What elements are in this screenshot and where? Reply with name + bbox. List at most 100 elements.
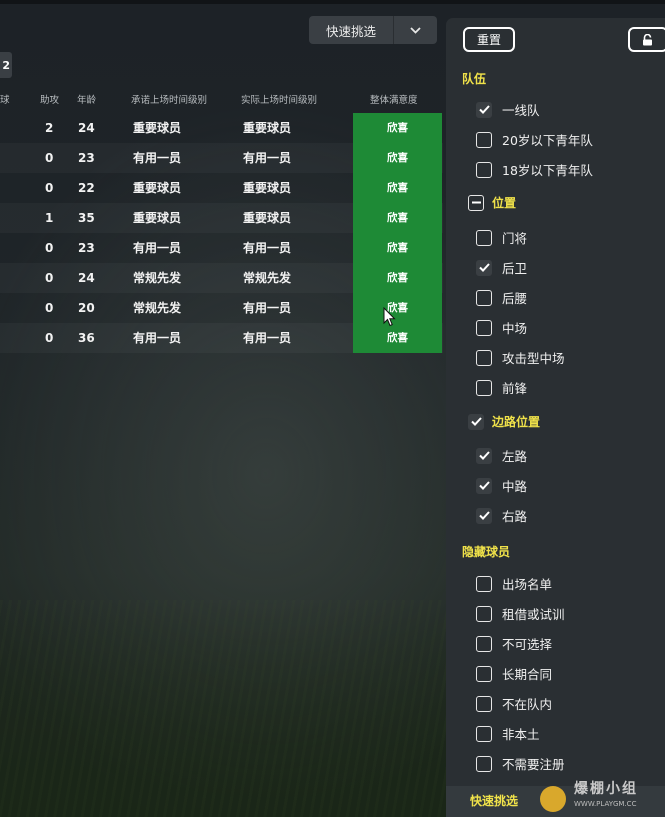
lock-button[interactable]	[628, 27, 665, 52]
check-icon	[478, 105, 490, 114]
table-row[interactable]: 1 35 重要球员 重要球员 欣喜	[0, 203, 443, 233]
checkbox[interactable]	[476, 695, 492, 712]
table-row[interactable]: 0 23 有用一员 有用一员 欣喜	[0, 143, 443, 173]
table-row[interactable]: 0 20 常规先发 有用一员 欣喜	[0, 293, 443, 323]
filter-defender[interactable]: 后卫	[476, 258, 527, 277]
filter-no-registration[interactable]: 不需要注册	[476, 754, 565, 773]
assists-cell: 0	[45, 331, 54, 345]
satisfaction-cell: 欣喜	[353, 293, 442, 323]
check-icon	[478, 511, 490, 520]
checkbox[interactable]	[476, 131, 492, 148]
quick-pick-button[interactable]: 快速挑选	[309, 16, 393, 44]
table-row[interactable]: 0 36 有用一员 有用一员 欣喜	[0, 323, 443, 353]
checkbox[interactable]	[476, 447, 492, 464]
filter-non-local[interactable]: 非本土	[476, 724, 540, 743]
age-cell: 24	[78, 271, 95, 285]
check-icon	[478, 481, 490, 490]
promised-cell: 有用一员	[133, 151, 182, 165]
filter-u20[interactable]: 20岁以下青年队	[476, 130, 593, 149]
checkbox[interactable]	[476, 349, 492, 366]
header-assists[interactable]: 助攻	[40, 92, 59, 106]
filter-label: 出场名单	[502, 577, 553, 592]
filter-midfielder[interactable]: 中场	[476, 318, 527, 337]
filter-first-team[interactable]: 一线队	[476, 100, 540, 119]
age-cell: 36	[78, 331, 95, 345]
check-icon	[478, 263, 490, 272]
filter-label: 18岁以下青年队	[502, 163, 593, 178]
checkbox[interactable]	[476, 229, 492, 246]
checkbox[interactable]	[476, 289, 492, 306]
filter-matchday-squad[interactable]: 出场名单	[476, 574, 552, 593]
filter-label: 20岁以下青年队	[502, 133, 593, 148]
filter-label: 不需要注册	[502, 757, 565, 772]
promised-cell: 重要球员	[133, 121, 182, 135]
filter-label: 左路	[502, 449, 528, 464]
table-header: 球 助攻 年龄 承诺上场时间级别 实际上场时间级别 整体满意度	[0, 92, 445, 110]
header-satisfaction[interactable]: 整体满意度	[370, 92, 418, 106]
section-position[interactable]: 位置	[468, 194, 516, 211]
filter-defensive-mid[interactable]: 后腰	[476, 288, 527, 307]
filter-label: 攻击型中场	[502, 351, 565, 366]
header-actual-time[interactable]: 实际上场时间级别	[241, 92, 317, 106]
checkbox[interactable]	[476, 101, 492, 118]
assists-cell: 0	[45, 151, 54, 165]
quick-pick-dropdown[interactable]	[393, 16, 437, 44]
promised-cell: 常规先发	[133, 301, 182, 315]
actual-cell: 重要球员	[243, 121, 292, 135]
filter-label: 不可选择	[502, 637, 553, 652]
age-cell: 22	[78, 181, 95, 195]
checkbox[interactable]	[476, 725, 492, 742]
filter-forward[interactable]: 前锋	[476, 378, 527, 397]
header-age[interactable]: 年龄	[77, 92, 96, 106]
promised-cell: 有用一员	[133, 241, 182, 255]
table-row[interactable]: 0 23 有用一员 有用一员 欣喜	[0, 233, 443, 263]
checkbox[interactable]	[476, 477, 492, 494]
header-promised-time[interactable]: 承诺上场时间级别	[131, 92, 207, 106]
checkbox[interactable]	[476, 575, 492, 592]
mouse-cursor-icon	[383, 307, 396, 327]
filter-goalkeeper[interactable]: 门将	[476, 228, 527, 247]
section-hidden-title: 隐藏球员	[462, 545, 511, 559]
filter-attacking-mid[interactable]: 攻击型中场	[476, 348, 565, 367]
checkbox[interactable]	[476, 635, 492, 652]
filter-right[interactable]: 右路	[476, 506, 527, 525]
checkbox[interactable]	[476, 319, 492, 336]
promised-cell: 重要球员	[133, 181, 182, 195]
checkbox[interactable]	[476, 161, 492, 178]
filter-panel: 重置 队伍 一线队 20岁以下青年队 18岁以下青年队 位置 门将 后卫 后腰 …	[446, 18, 665, 817]
watermark: 爆棚小组 WWW.PLAYGM.CC	[540, 778, 665, 817]
filter-unavailable[interactable]: 不可选择	[476, 634, 552, 653]
filter-label: 不在队内	[502, 697, 553, 712]
checkbox[interactable]	[476, 605, 492, 622]
partial-checkbox[interactable]	[468, 194, 484, 211]
promised-cell: 重要球员	[133, 211, 182, 225]
filter-label: 右路	[502, 509, 528, 524]
page-tag[interactable]: 2	[0, 52, 12, 78]
filter-left[interactable]: 左路	[476, 446, 527, 465]
checkbox[interactable]	[476, 259, 492, 276]
table-row[interactable]: 0 24 常规先发 常规先发 欣喜	[0, 263, 443, 293]
assists-cell: 1	[45, 211, 54, 225]
filter-center[interactable]: 中路	[476, 476, 527, 495]
assists-cell: 2	[45, 121, 54, 135]
section-side[interactable]: 边路位置	[468, 413, 540, 430]
checkbox[interactable]	[476, 379, 492, 396]
assists-cell: 0	[45, 271, 54, 285]
reset-button[interactable]: 重置	[463, 27, 515, 52]
header-goals[interactable]: 球	[0, 92, 10, 106]
table-row[interactable]: 0 22 重要球员 重要球员 欣喜	[0, 173, 443, 203]
checkbox[interactable]	[476, 665, 492, 682]
satisfaction-cell: 欣喜	[353, 323, 442, 353]
watermark-url: WWW.PLAYGM.CC	[574, 800, 637, 808]
table-row[interactable]: 2 24 重要球员 重要球员 欣喜	[0, 113, 443, 143]
check-icon	[470, 417, 482, 426]
checkbox[interactable]	[476, 507, 492, 524]
checkbox[interactable]	[468, 413, 484, 430]
checkbox[interactable]	[476, 755, 492, 772]
filter-u18[interactable]: 18岁以下青年队	[476, 160, 593, 179]
promised-cell: 有用一员	[133, 331, 182, 345]
filter-not-in-squad[interactable]: 不在队内	[476, 694, 552, 713]
filter-long-contract[interactable]: 长期合同	[476, 664, 552, 683]
filter-loan-trial[interactable]: 租借或试训	[476, 604, 565, 623]
actual-cell: 重要球员	[243, 181, 292, 195]
